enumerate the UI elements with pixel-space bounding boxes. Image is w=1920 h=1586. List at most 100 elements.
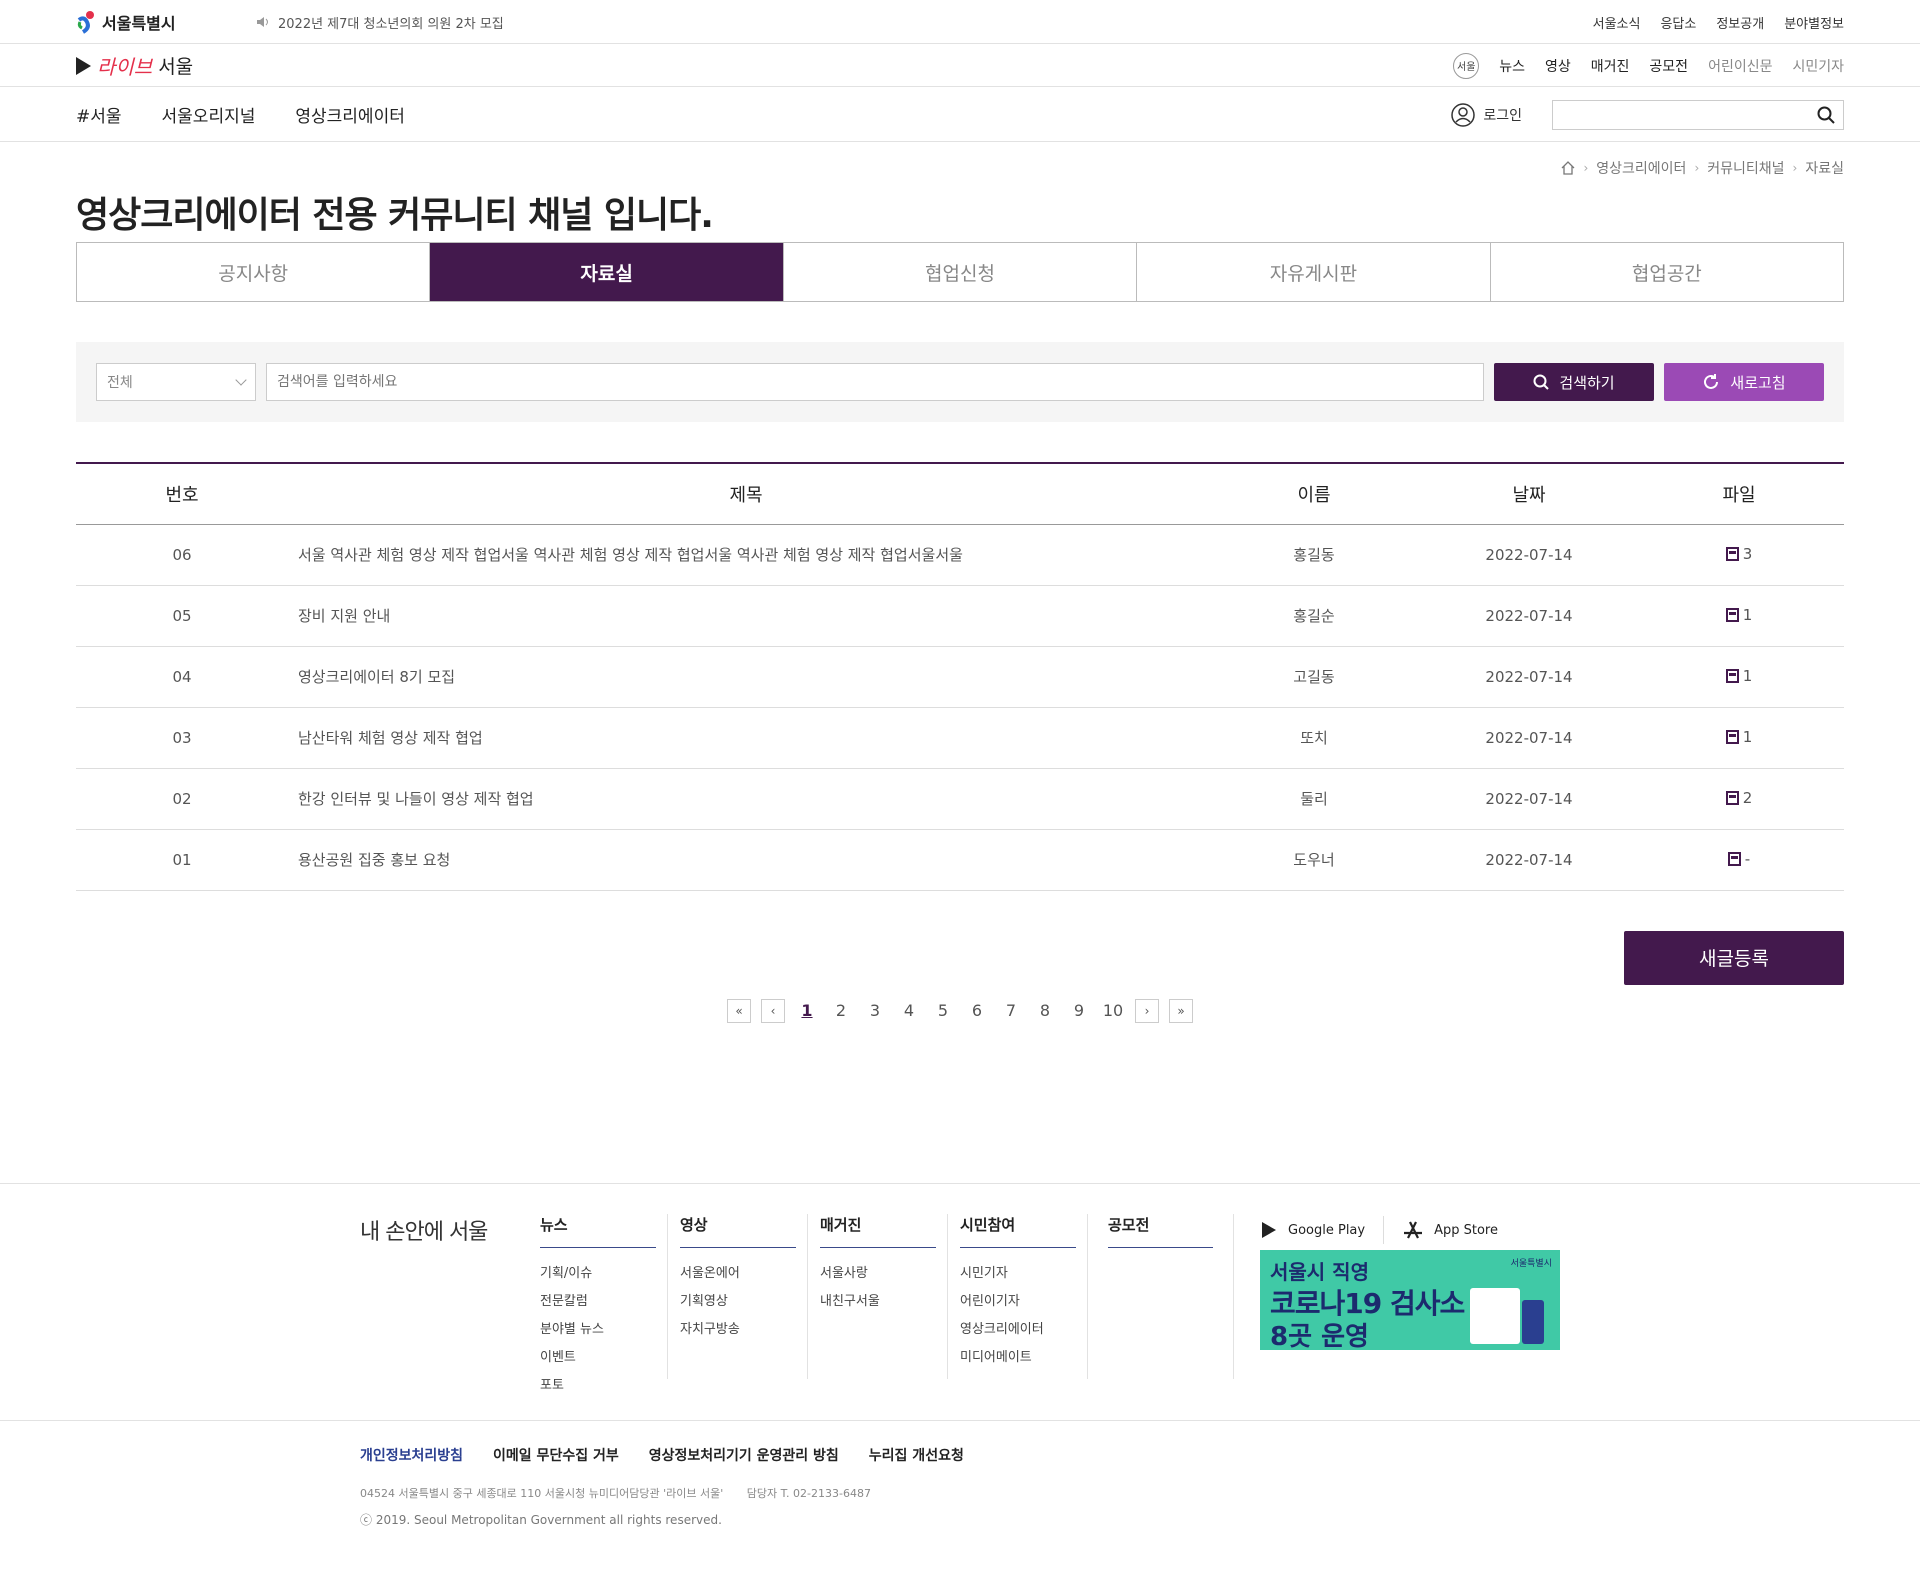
table-row[interactable]: 05 장비 지원 안내 홍길순 2022-07-14 1	[76, 585, 1844, 647]
site-feedback-link[interactable]: 누리집 개선요청	[869, 1445, 964, 1465]
footer-col-title[interactable]: 시민참여	[960, 1214, 1076, 1248]
row-title[interactable]: 서울 역사관 체험 영상 제작 협업서울 역사관 체험 영상 제작 협업서울 역…	[288, 524, 1204, 586]
footer-link[interactable]: 서울사랑	[820, 1262, 936, 1290]
page-link-9[interactable]: 9	[1062, 1001, 1096, 1020]
page-link-2[interactable]: 2	[824, 1001, 858, 1020]
row-title[interactable]: 용산공원 집중 홍보 요청	[288, 829, 1204, 891]
tab-notice[interactable]: 공지사항	[77, 243, 431, 301]
row-title[interactable]: 영상크리에이터 8기 모집	[288, 646, 1204, 708]
footer-col-title[interactable]: 공모전	[1108, 1214, 1213, 1248]
write-new-post-button[interactable]: 새글등록	[1624, 930, 1844, 985]
tab-collab-request[interactable]: 협업신청	[784, 243, 1138, 301]
sub-menu-contest[interactable]: 공모전	[1649, 56, 1688, 76]
last-page-icon[interactable]: »	[1169, 998, 1193, 1023]
table-row[interactable]: 03 남산타워 체험 영상 제작 협업 또치 2022-07-14 1	[76, 707, 1844, 769]
breadcrumb-community[interactable]: 커뮤니티채널	[1707, 158, 1784, 178]
file-icon[interactable]	[1725, 668, 1739, 683]
sub-menu-magazine[interactable]: 매거진	[1591, 56, 1630, 76]
footer-link[interactable]: 시민기자	[960, 1262, 1076, 1290]
sub-menu-citizen-reporter[interactable]: 시민기자	[1792, 56, 1844, 76]
sub-menu-news[interactable]: 뉴스	[1499, 56, 1525, 76]
table-row[interactable]: 06 서울 역사관 체험 영상 제작 협업서울 역사관 체험 영상 제작 협업서…	[76, 524, 1844, 586]
footer-link[interactable]: 분야별 뉴스	[540, 1318, 656, 1346]
nav-seoul-tag[interactable]: #서울	[76, 102, 122, 127]
util-link-info-disclosure[interactable]: 정보공개	[1716, 13, 1764, 32]
footer-col-title[interactable]: 영상	[680, 1214, 796, 1248]
sub-menu-kids-news[interactable]: 어린이신문	[1708, 56, 1772, 76]
speaker-icon	[257, 17, 268, 27]
first-page-icon[interactable]: «	[727, 998, 751, 1023]
page-link-5[interactable]: 5	[926, 1001, 960, 1020]
footer-col-title[interactable]: 뉴스	[540, 1214, 656, 1248]
table-header-row: 번호 제목 이름 날짜 파일	[76, 463, 1844, 525]
footer-link[interactable]: 기획영상	[680, 1290, 796, 1318]
row-name: 도우너	[1204, 829, 1424, 891]
row-title[interactable]: 남산타워 체험 영상 제작 협업	[288, 707, 1204, 769]
footer-link[interactable]: 자치구방송	[680, 1318, 796, 1346]
file-icon[interactable]	[1725, 790, 1739, 805]
home-icon[interactable]	[1561, 161, 1575, 175]
breadcrumb-video-creator[interactable]: 영상크리에이터	[1596, 158, 1686, 178]
col-header-name: 이름	[1204, 463, 1424, 525]
footer-link[interactable]: 영상크리에이터	[960, 1318, 1076, 1346]
notice-ticker[interactable]: 2022년 제7대 청소년의회 의원 2차 모집	[256, 13, 504, 32]
refresh-button[interactable]: 새로고침	[1664, 363, 1824, 401]
row-title[interactable]: 한강 인터뷰 및 나들이 영상 제작 협업	[288, 768, 1204, 830]
cctv-policy-link[interactable]: 영상정보처리기기 운영관리 방침	[649, 1445, 839, 1465]
footer-link[interactable]: 전문칼럼	[540, 1290, 656, 1318]
sub-menu-video[interactable]: 영상	[1545, 56, 1571, 76]
app-store-link[interactable]: App Store	[1402, 1220, 1498, 1240]
file-icon[interactable]	[1725, 546, 1739, 561]
footer-link[interactable]: 내친구서울	[820, 1290, 936, 1318]
footer-link[interactable]: 포토	[540, 1374, 656, 1402]
header-search-input[interactable]	[1552, 99, 1844, 130]
footer-link[interactable]: 서울온에어	[680, 1262, 796, 1290]
next-page-icon[interactable]: ›	[1135, 998, 1159, 1023]
email-refusal-link[interactable]: 이메일 무단수집 거부	[493, 1445, 619, 1465]
footer-link[interactable]: 어린이기자	[960, 1290, 1076, 1318]
footer-col-title[interactable]: 매거진	[820, 1214, 936, 1248]
page-link-3[interactable]: 3	[858, 1001, 892, 1020]
main-nav: #서울 서울오리지널 영상크리에이터	[76, 102, 405, 127]
page-link-1[interactable]: 1	[790, 1001, 824, 1020]
page-link-4[interactable]: 4	[892, 1001, 926, 1020]
footer-link[interactable]: 미디어메이트	[960, 1346, 1076, 1374]
search-button[interactable]: 검색하기	[1494, 363, 1654, 401]
seoul-city-logo[interactable]: 서울특별시	[76, 10, 256, 34]
page-link-10[interactable]: 10	[1096, 1001, 1130, 1020]
footer-link[interactable]: 기획/이슈	[540, 1262, 656, 1290]
util-link-eungdapso[interactable]: 응답소	[1660, 13, 1696, 32]
page-link-6[interactable]: 6	[960, 1001, 994, 1020]
page-link-7[interactable]: 7	[994, 1001, 1028, 1020]
prev-page-icon[interactable]: ‹	[761, 998, 785, 1023]
nav-seoul-original[interactable]: 서울오리지널	[162, 102, 256, 127]
table-row[interactable]: 02 한강 인터뷰 및 나들이 영상 제작 협업 둘리 2022-07-14 2	[76, 768, 1844, 830]
table-row[interactable]: 01 용산공원 집중 홍보 요청 도우너 2022-07-14 -	[76, 829, 1844, 891]
file-icon[interactable]	[1727, 851, 1741, 866]
page-link-8[interactable]: 8	[1028, 1001, 1062, 1020]
live-seoul-logo[interactable]: 라이브 서울	[76, 51, 193, 80]
breadcrumb-archive[interactable]: 자료실	[1805, 158, 1844, 178]
board-search-input[interactable]	[266, 363, 1484, 401]
util-link-seoul-news[interactable]: 서울소식	[1593, 13, 1641, 32]
nav-video-creator[interactable]: 영상크리에이터	[295, 102, 404, 127]
file-icon[interactable]	[1725, 607, 1739, 622]
util-link-field-info[interactable]: 분야별정보	[1784, 13, 1844, 32]
search-icon[interactable]	[1817, 106, 1835, 124]
table-row[interactable]: 04 영상크리에이터 8기 모집 고길동 2022-07-14 1	[76, 646, 1844, 708]
row-number: 05	[76, 585, 288, 647]
row-file: 2	[1634, 768, 1844, 830]
tab-free-board[interactable]: 자유게시판	[1137, 243, 1491, 301]
category-select[interactable]: 전체	[96, 363, 256, 401]
google-play-link[interactable]: Google Play	[1260, 1221, 1365, 1239]
row-title[interactable]: 장비 지원 안내	[288, 585, 1204, 647]
file-icon[interactable]	[1725, 729, 1739, 744]
privacy-policy-link[interactable]: 개인정보처리방침	[360, 1445, 463, 1465]
tab-archive[interactable]: 자료실	[430, 243, 784, 301]
tab-collab-space[interactable]: 협업공간	[1491, 243, 1843, 301]
footer-link[interactable]: 이벤트	[540, 1346, 656, 1374]
chevron-down-icon	[235, 374, 247, 386]
login-button[interactable]: 로그인	[1451, 102, 1522, 127]
search-icon	[1533, 374, 1550, 390]
covid-test-banner[interactable]: 서울특별시 서울시 직영 코로나19 검사소 8곳 운영	[1260, 1250, 1560, 1350]
